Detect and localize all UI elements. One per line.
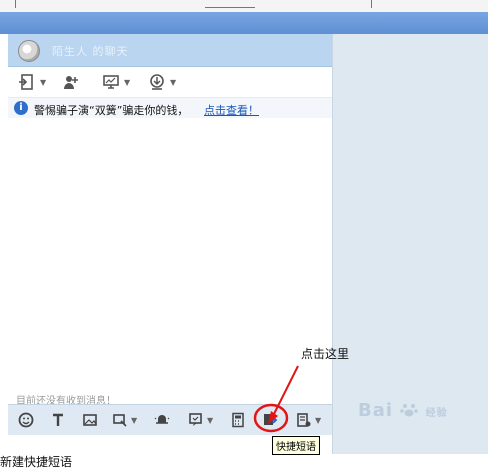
download-app-icon	[150, 74, 164, 90]
chevron-down-icon: ▼	[207, 415, 214, 425]
security-notice: i 警惕骗子演“双簧”骗走你的钱， 点击查看！	[8, 97, 332, 119]
monitor-icon	[103, 75, 119, 89]
add-user-icon	[64, 76, 78, 89]
contact-name: 陌生人 的聊天	[52, 45, 129, 58]
paw-icon	[400, 404, 419, 417]
top-strip-tab	[205, 0, 255, 8]
app-button[interactable]: ▼	[148, 73, 176, 91]
right-panel	[332, 34, 488, 454]
chat-box-icon	[189, 413, 202, 426]
calculator-button[interactable]	[230, 411, 246, 429]
chevron-down-icon: ▼	[124, 77, 131, 87]
chevron-down-icon: ▼	[315, 415, 322, 425]
title-bar[interactable]	[0, 12, 488, 34]
history-button[interactable]: ▼	[296, 411, 321, 429]
quick-reply-button[interactable]	[262, 411, 278, 429]
notice-text: 警惕骗子演“双簧”骗走你的钱，	[34, 104, 189, 117]
info-icon: i	[14, 101, 28, 115]
message-history-icon	[297, 413, 311, 427]
chat-header: 陌生人 的聊天	[8, 34, 332, 67]
emoji-button[interactable]	[18, 411, 34, 429]
bottom-toolbar: ▼ ▼ ▼	[8, 404, 332, 435]
top-toolbar: ▼ ▼ ▼	[8, 67, 332, 97]
magic-button[interactable]: ▼	[188, 411, 213, 429]
font-icon	[53, 413, 63, 426]
file-transfer-icon	[19, 74, 33, 90]
screenshot-icon	[113, 414, 127, 427]
top-strip	[0, 0, 488, 12]
image-icon	[83, 414, 97, 426]
caption: 新建快捷短语	[0, 455, 73, 469]
watermark-text: Bai	[358, 400, 394, 421]
font-button[interactable]	[50, 411, 66, 429]
top-strip-frame	[15, 0, 372, 8]
transfer-file-button[interactable]: ▼	[18, 73, 46, 91]
screenshot-button[interactable]: ▼	[112, 411, 137, 429]
shake-button[interactable]	[154, 411, 170, 429]
quick-phrase-icon	[264, 414, 278, 425]
chat-window: 陌生人 的聊天 ▼ ▼ ▼ i 警惕骗子演“双簧”骗走你的钱， 点击查看！	[0, 34, 488, 454]
image-button[interactable]	[82, 411, 98, 429]
annotation-text: 点击这里	[301, 347, 350, 361]
add-friend-button[interactable]	[62, 73, 80, 91]
calculator-icon	[232, 412, 244, 428]
bell-icon	[154, 415, 170, 424]
notice-link[interactable]: 点击查看！	[204, 102, 259, 118]
smiley-icon	[18, 412, 34, 428]
chevron-down-icon: ▼	[170, 77, 177, 87]
contact-avatar[interactable]	[18, 40, 40, 62]
watermark-suffix: 经验	[425, 408, 448, 419]
message-area[interactable]	[8, 118, 332, 392]
chevron-down-icon: ▼	[40, 77, 47, 87]
watermark: Bai 经验	[358, 400, 448, 421]
tooltip: 快捷短语	[272, 436, 320, 455]
remote-desktop-button[interactable]: ▼	[102, 73, 130, 91]
chevron-down-icon: ▼	[131, 415, 138, 425]
